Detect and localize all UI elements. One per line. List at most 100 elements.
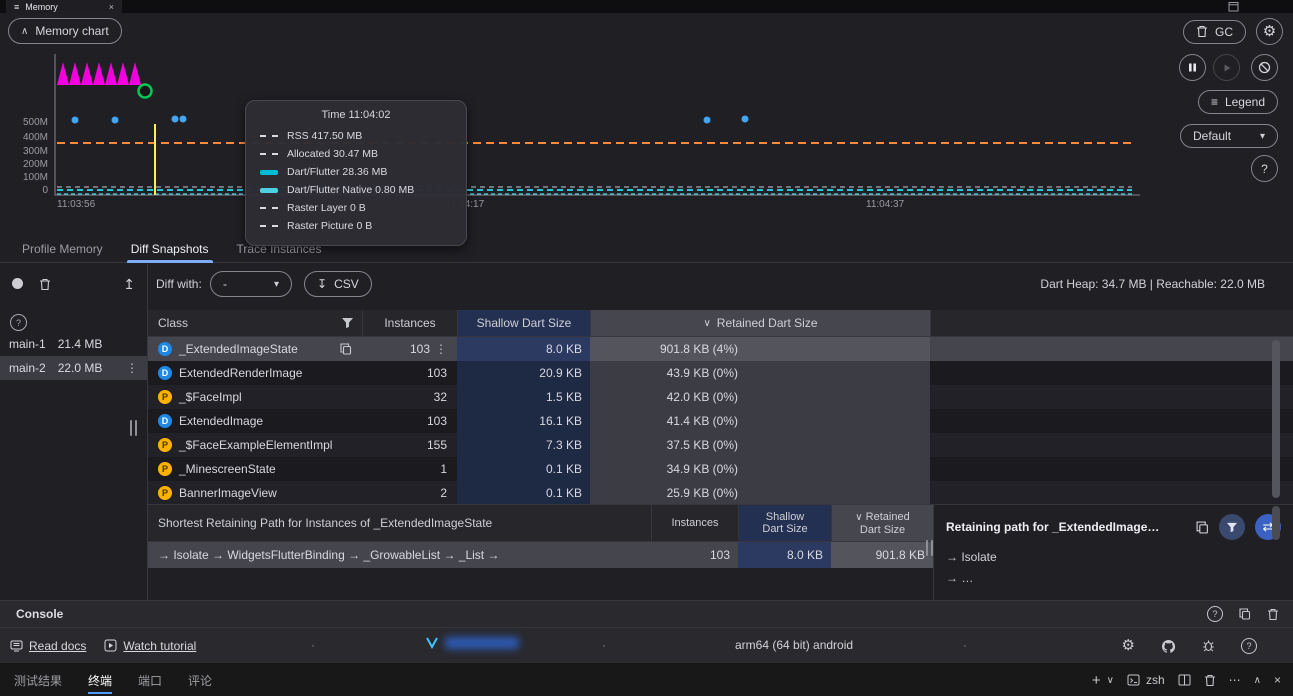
- kebab-menu-icon[interactable]: ⋮: [435, 342, 447, 356]
- table-row[interactable]: P BannerImageView 2 0.1 KB 25.9 KB (0%): [148, 481, 1293, 505]
- terminal-tab-zsh[interactable]: zsh: [1127, 673, 1165, 687]
- bug-report-icon[interactable]: [1202, 639, 1215, 652]
- gc-button[interactable]: GC: [1183, 19, 1246, 44]
- watch-tutorial-link[interactable]: Watch tutorial: [104, 639, 196, 653]
- filter-icon[interactable]: [341, 317, 354, 329]
- kebab-menu-icon[interactable]: ⋮: [126, 361, 138, 375]
- editor-tab-memory[interactable]: ≡ Memory ×: [6, 0, 122, 13]
- tab-profile-memory[interactable]: Profile Memory: [8, 236, 117, 262]
- tab-diff-snapshots[interactable]: Diff Snapshots: [117, 236, 223, 263]
- table-row[interactable]: D _ExtendedImageState 103 ⋮ 8.0 KB 901.8 …: [148, 337, 1293, 361]
- close-panel-icon[interactable]: ×: [1274, 673, 1281, 687]
- editor-tab-title: Memory: [25, 1, 58, 12]
- path-table-title: Shortest Retaining Path for Instances of…: [158, 516, 493, 530]
- diff-with-dropdown[interactable]: - ▾: [210, 271, 292, 297]
- snapshot-help-icon[interactable]: ?: [10, 314, 27, 331]
- about-help-icon[interactable]: ?: [1241, 637, 1257, 654]
- more-actions-icon[interactable]: ⋯: [1229, 673, 1241, 687]
- memory-tab-bar: Profile Memory Diff Snapshots Trace Inst…: [0, 236, 1293, 263]
- github-octocat-icon[interactable]: [1161, 639, 1176, 653]
- column-header-shallow[interactable]: Shallow Dart Size: [738, 505, 831, 541]
- retained-size-cell: 25.9 KB (0%): [590, 481, 930, 505]
- table-row[interactable]: P _MinescreenState 1 0.1 KB 34.9 KB (0%): [148, 457, 1293, 481]
- read-docs-link[interactable]: Read docs: [10, 639, 86, 653]
- raster-layer-swatch: [260, 207, 278, 209]
- snapshot-item-main-2[interactable]: main-2 22.0 MB ⋮: [0, 356, 147, 380]
- tooltip-label: Raster Picture 0 B: [287, 220, 373, 232]
- column-header-retained[interactable]: ∨ Retained Dart Size: [831, 505, 933, 541]
- copy-icon[interactable]: [340, 343, 352, 355]
- panel-tab-ports[interactable]: 端口: [138, 672, 162, 689]
- column-header-class[interactable]: Class: [148, 310, 362, 336]
- snapshot-item-main-1[interactable]: main-1 21.4 MB: [0, 332, 147, 356]
- column-header-instances[interactable]: Instances: [362, 310, 457, 336]
- console-panel-header[interactable]: Console ?: [0, 600, 1293, 627]
- event-dot: [703, 116, 711, 124]
- column-label: Instances: [671, 517, 719, 529]
- column-header-shallow[interactable]: Shallow Dart Size: [457, 310, 590, 336]
- instances-cell: 155: [426, 438, 447, 452]
- rss-swatch: [260, 135, 278, 137]
- panel-tab-terminal[interactable]: 终端: [88, 672, 113, 694]
- retaining-path-header: Retaining path for _ExtendedImage… ⇄: [946, 514, 1281, 540]
- table-row[interactable]: D ExtendedImage 103 16.1 KB 41.4 KB (0%): [148, 409, 1293, 433]
- legend-button[interactable]: ≡ Legend: [1197, 90, 1278, 114]
- column-label: Class: [158, 316, 189, 330]
- chart-settings-button[interactable]: ⚙: [1256, 18, 1283, 45]
- pause-icon: [1187, 62, 1198, 73]
- panel-tab-test-results[interactable]: 测试结果: [14, 672, 62, 689]
- pause-button[interactable]: [1179, 54, 1206, 81]
- class-table-header: Class Instances Shallow Dart Size ∨ Reta…: [148, 310, 1293, 337]
- terminal-profile-dropdown-icon[interactable]: ∨: [1107, 675, 1114, 686]
- snapshot-toolbar: ↥: [0, 270, 147, 298]
- resume-button[interactable]: [1213, 54, 1240, 81]
- package-class-icon: P: [158, 390, 172, 404]
- new-terminal-button[interactable]: +: [1092, 672, 1101, 689]
- table-scrollbar-thumb[interactable]: [1272, 340, 1280, 498]
- panel-tab-comments[interactable]: 评论: [188, 672, 212, 689]
- instances-cell: 103: [426, 414, 447, 428]
- copy-icon[interactable]: [1239, 608, 1251, 620]
- path-splitter-handle[interactable]: [926, 540, 933, 556]
- memory-chart-canvas[interactable]: [0, 48, 1293, 232]
- table-row[interactable]: P _$FaceImpl 32 1.5 KB 42.0 KB (0%): [148, 385, 1293, 409]
- clear-chart-button[interactable]: [1251, 54, 1278, 81]
- shallow-size-cell: 7.3 KB: [457, 433, 590, 457]
- class-cell: D ExtendedRenderImage: [148, 361, 362, 385]
- column-label: Dart Size: [859, 523, 906, 536]
- column-header-instances[interactable]: Instances: [651, 505, 738, 541]
- interval-dropdown[interactable]: Default ▾: [1180, 124, 1278, 148]
- class-name: ExtendedImage: [179, 414, 264, 428]
- copy-icon[interactable]: [1196, 520, 1209, 534]
- kill-terminal-icon[interactable]: [1204, 674, 1216, 687]
- settings-icon[interactable]: ⚙: [1122, 638, 1135, 653]
- trash-icon[interactable]: [1267, 608, 1279, 621]
- path-row[interactable]: → Isolate → WidgetsFlutterBinding → _Gro…: [148, 542, 933, 568]
- clear-snapshots-button[interactable]: [39, 278, 51, 291]
- panel-splitter-handle[interactable]: [130, 420, 137, 436]
- filter-path-button[interactable]: [1219, 514, 1245, 540]
- path-scrollbar-thumb[interactable]: [1272, 506, 1280, 540]
- class-name: _$FaceExampleElementImpl: [179, 438, 333, 452]
- path-cell: → Isolate → WidgetsFlutterBinding → _Gro…: [158, 548, 500, 562]
- csv-export-button[interactable]: ↧ CSV: [304, 271, 372, 297]
- table-row[interactable]: P _$FaceExampleElementImpl 155 7.3 KB 37.…: [148, 433, 1293, 457]
- gc-event-marker: [137, 83, 153, 99]
- instances-cell: 103 ⋮: [409, 342, 447, 356]
- maximize-panel-icon[interactable]: ∧: [1254, 675, 1261, 686]
- memory-chart-toggle[interactable]: ∧ Memory chart: [8, 18, 122, 44]
- table-row[interactable]: D ExtendedRenderImage 103 20.9 KB 43.9 KB…: [148, 361, 1293, 385]
- open-in-window-icon[interactable]: [1228, 1, 1239, 12]
- docs-icon: [10, 640, 23, 652]
- retaining-path-table: Shortest Retaining Path for Instances of…: [148, 505, 933, 568]
- split-terminal-icon[interactable]: [1178, 674, 1191, 686]
- column-header-retained[interactable]: ∨ Retained Dart Size: [590, 310, 930, 336]
- row-filler: [930, 337, 1293, 361]
- column-label: ∨ Retained: [855, 510, 910, 523]
- take-snapshot-button[interactable]: [12, 277, 23, 292]
- close-icon[interactable]: ×: [109, 2, 114, 12]
- import-snapshot-button[interactable]: ↥: [123, 276, 135, 293]
- chart-help-button[interactable]: ?: [1251, 155, 1278, 182]
- snapshot-name: main-2: [9, 361, 46, 375]
- console-help-icon[interactable]: ?: [1207, 606, 1223, 622]
